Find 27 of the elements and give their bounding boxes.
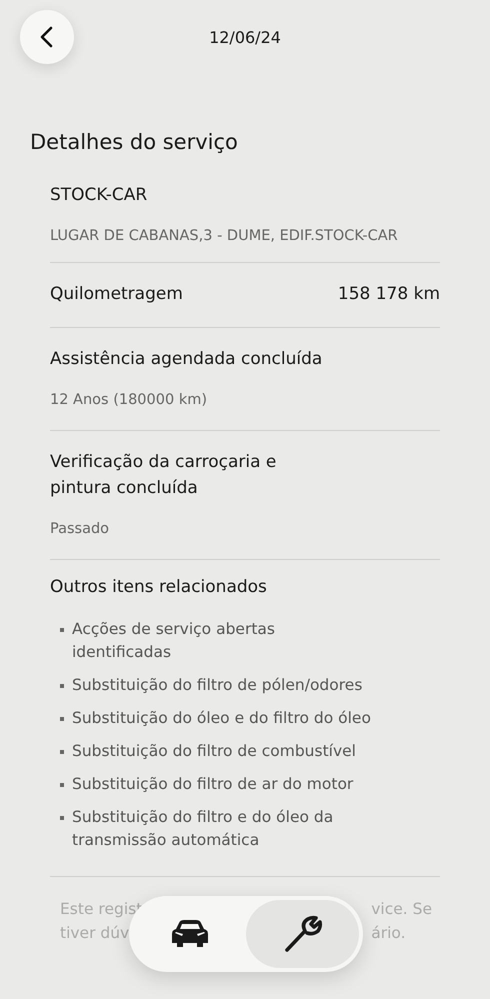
service-title: Verificação da carroçaria e pintura concluída xyxy=(50,451,278,500)
date-text: 12/06/24 xyxy=(208,28,282,46)
car-icon xyxy=(170,919,210,949)
wrench-icon xyxy=(282,914,322,954)
related-item: Substituição do filtro de pólen/odores xyxy=(72,675,362,696)
related-item: Substituição do filtro de ar do motor xyxy=(72,774,354,795)
bullet-icon xyxy=(60,628,64,632)
mileage-value: 158 178 km xyxy=(338,283,440,306)
footer-note-text: vice. Se ário. xyxy=(371,899,433,944)
dealer-address: LUGAR DE CABANAS,3 - DUME, EDIF.STOCK-CAR xyxy=(50,227,399,246)
bullet-icon xyxy=(60,816,64,820)
dealer-name: STOCK-CAR xyxy=(50,184,148,207)
nav-tab[interactable] xyxy=(246,900,359,968)
related-item: Substituição do filtro de combustível xyxy=(72,741,356,762)
service-detail: 12 Anos (180000 km) xyxy=(50,391,208,410)
service-detail: Passado xyxy=(50,520,110,539)
related-items-heading: Outros itens relacionados xyxy=(50,576,268,599)
mileage-label: Quilometragem xyxy=(50,283,183,306)
bullet-icon xyxy=(60,717,64,721)
bullet-icon xyxy=(60,684,64,688)
related-item: Acções de serviço abertas identificadas xyxy=(72,619,276,663)
bullet-icon xyxy=(60,750,64,754)
related-item: Substituição do óleo e do filtro do óleo xyxy=(72,708,371,729)
section-title: Detalhes do serviço xyxy=(30,130,239,154)
related-item: Substituição do filtro e do óleo da transmissão automática xyxy=(72,807,334,851)
service-title: Assistência agendada concluída xyxy=(50,348,324,371)
bullet-icon xyxy=(60,783,64,787)
